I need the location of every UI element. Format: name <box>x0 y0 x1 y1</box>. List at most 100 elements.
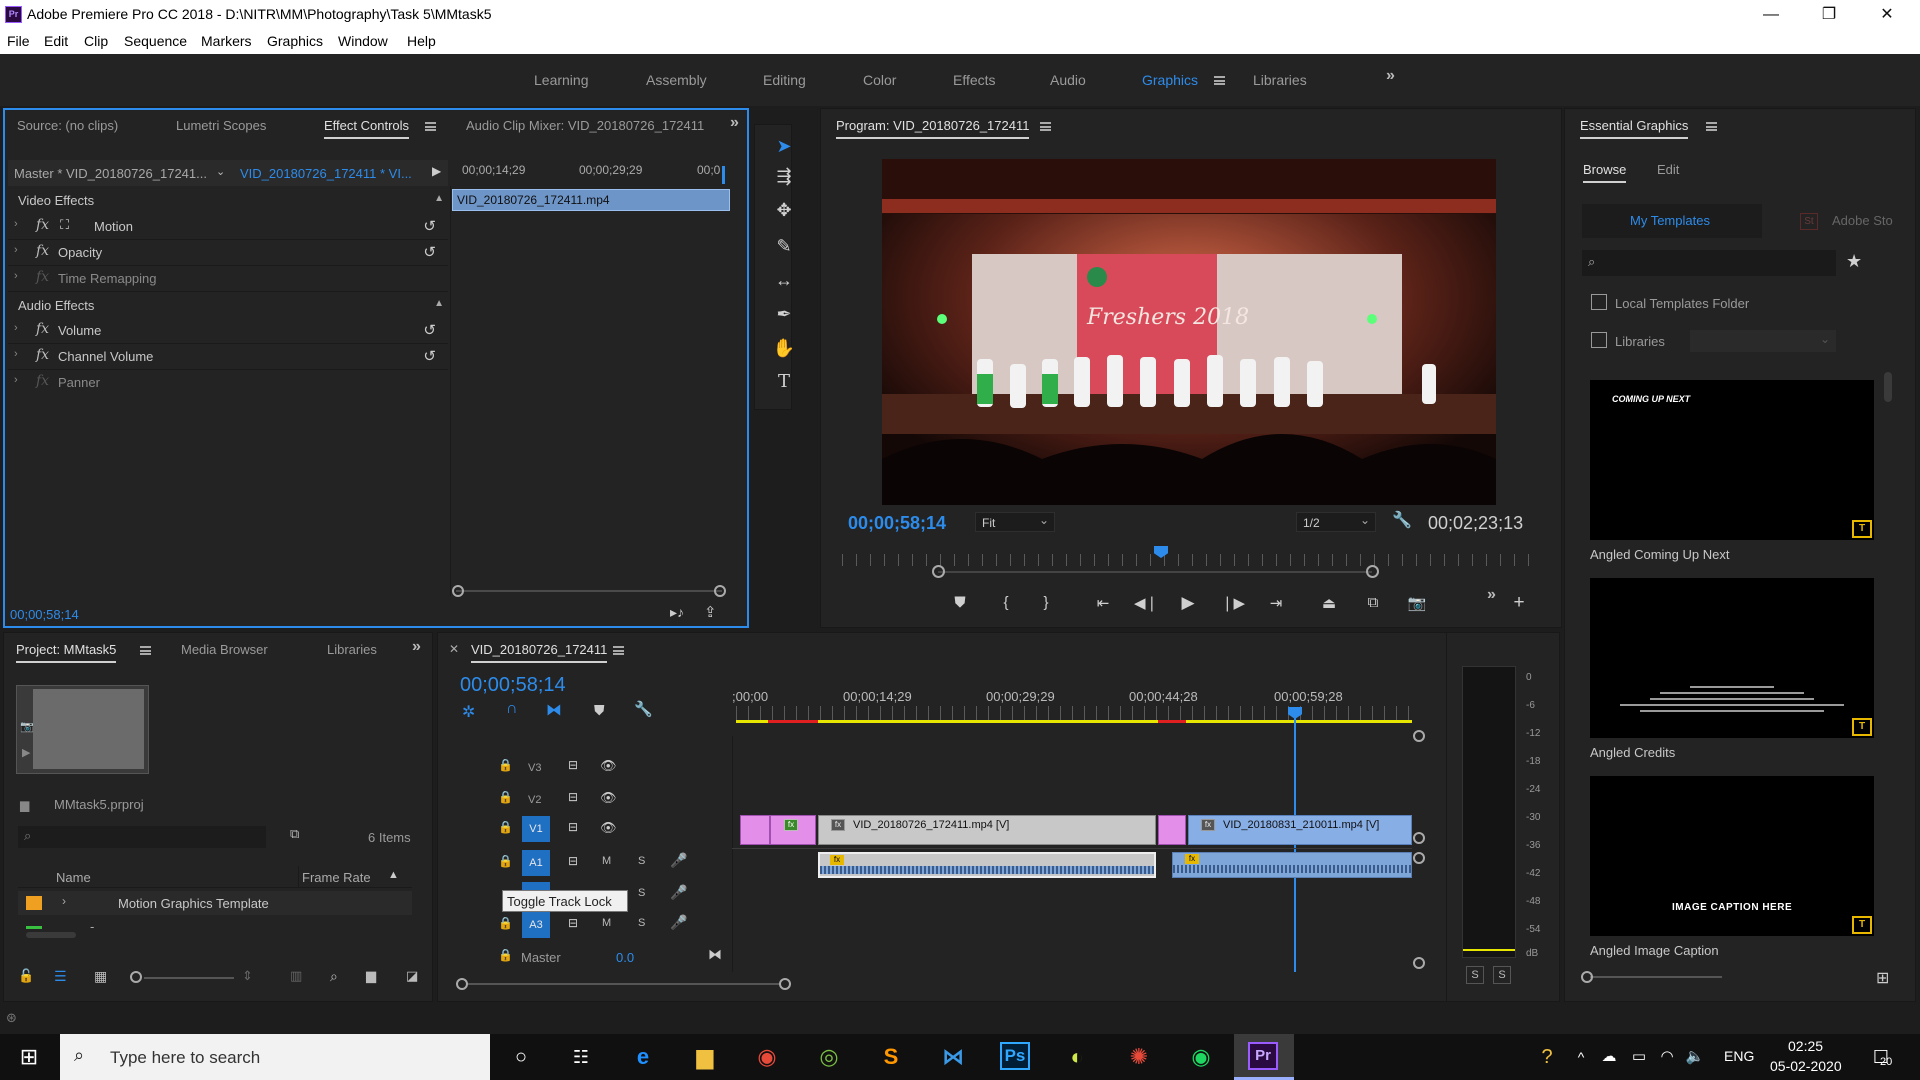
microphone-icon[interactable]: 🎤 <box>670 884 687 901</box>
pen-tool-icon[interactable]: ✒ <box>772 302 796 326</box>
ec-zoom-handle-left[interactable] <box>452 585 464 597</box>
transition-clip[interactable] <box>740 815 770 845</box>
timeline-playhead-line[interactable] <box>1294 718 1296 972</box>
go-to-out-icon[interactable]: ⇥ <box>1263 594 1289 612</box>
track-select-tool-icon[interactable]: ⇶ <box>772 164 796 188</box>
lock-icon[interactable]: 🔒 <box>498 790 513 804</box>
audio-clip-1[interactable]: fx <box>818 852 1156 878</box>
type-tool-icon[interactable]: T <box>772 370 796 394</box>
transition-clip[interactable]: fx <box>770 815 816 845</box>
language-indicator[interactable]: ENG <box>1724 1048 1754 1064</box>
android-studio-icon[interactable]: ◎ <box>814 1042 844 1072</box>
panel-menu-icon[interactable] <box>1040 122 1051 131</box>
minimize-button[interactable]: — <box>1742 0 1800 30</box>
program-timecode[interactable]: 00;00;58;14 <box>848 513 946 534</box>
microphone-icon[interactable]: 🎤 <box>670 852 687 869</box>
audio-effects-header[interactable]: Audio Effects ▲ <box>8 298 448 320</box>
step-forward-icon[interactable]: ❘▶ <box>1220 594 1246 612</box>
expand-icon[interactable]: › <box>14 322 18 334</box>
snap-icon[interactable]: ∩ <box>506 700 518 718</box>
workspace-color[interactable]: Color <box>863 72 896 88</box>
ec-clip-bar[interactable]: VID_20180726_172411.mp4 <box>452 189 730 211</box>
menu-graphics[interactable]: Graphics <box>267 33 323 49</box>
solo-left-button[interactable]: S <box>1466 966 1484 984</box>
panel-menu-icon[interactable] <box>140 646 151 655</box>
collapse-icon[interactable]: ▲ <box>434 193 444 204</box>
lock-icon[interactable]: 🔒 <box>498 820 513 834</box>
timeline-ruler-ticks[interactable] <box>736 706 1412 720</box>
clock-time[interactable]: 02:25 <box>1788 1038 1823 1054</box>
workspace-audio[interactable]: Audio <box>1050 72 1086 88</box>
sublime-text-icon[interactable]: S <box>876 1042 906 1072</box>
solo-right-button[interactable]: S <box>1493 966 1511 984</box>
fx-icon[interactable]: fx <box>36 347 49 363</box>
button-editor-icon[interactable]: + <box>1506 592 1532 614</box>
sync-lock-icon[interactable]: ⊟ <box>568 854 578 868</box>
slip-tool-icon[interactable]: ↔ <box>772 268 796 292</box>
reset-icon[interactable]: ↺ <box>423 217 436 235</box>
spotify-icon[interactable]: ◉ <box>1186 1042 1216 1072</box>
thumbnail-size-handle[interactable] <box>1581 971 1593 983</box>
panel-menu-icon[interactable] <box>1706 122 1717 131</box>
libraries-dropdown[interactable]: ⌄ <box>1690 330 1836 352</box>
subtab-adobe-stock[interactable]: St Adobe Sto <box>1764 204 1900 238</box>
workspace-assembly[interactable]: Assembly <box>646 72 707 88</box>
panel-overflow-icon[interactable]: » <box>730 114 739 132</box>
program-zoom-handle-left[interactable] <box>932 565 945 578</box>
razor-tool-icon[interactable]: ✎ <box>772 234 796 258</box>
tab-effect-controls[interactable]: Effect Controls <box>324 118 410 139</box>
templates-scrollbar[interactable] <box>1884 372 1892 402</box>
expand-icon[interactable]: › <box>14 374 18 386</box>
ec-playhead[interactable] <box>722 166 725 184</box>
taskbar-search-box[interactable]: ⌕ Type here to search <box>60 1034 490 1080</box>
zoom-slider[interactable] <box>144 977 234 979</box>
effect-row-channel-volume[interactable]: › fx Channel Volume ↺ <box>8 344 448 370</box>
lock-icon[interactable]: 🔒 <box>498 916 513 930</box>
timeline-zoom-handle-right[interactable] <box>779 978 791 990</box>
solo-button[interactable]: S <box>638 917 645 929</box>
ec-master-label[interactable]: Master * VID_20180726_17241... <box>14 166 207 181</box>
lock-icon[interactable]: 🔒 <box>498 758 513 772</box>
photoshop-icon[interactable]: Ps <box>1000 1042 1030 1070</box>
edge-icon[interactable]: e <box>628 1042 658 1072</box>
find-icon[interactable]: ⧉ <box>290 826 299 842</box>
timeline-zoom-track[interactable] <box>468 983 780 985</box>
export-icon[interactable]: ⇪ <box>704 603 717 621</box>
new-layer-icon[interactable]: ⊞ <box>1876 968 1889 988</box>
project-row[interactable]: - <box>18 917 412 939</box>
task-view-icon[interactable]: ☷ <box>566 1042 596 1072</box>
template-thumb-image-caption[interactable]: IMAGE CAPTION HERE T <box>1590 776 1874 936</box>
panel-overflow-icon[interactable]: » <box>412 638 421 656</box>
workspace-effects[interactable]: Effects <box>953 72 996 88</box>
menu-edit[interactable]: Edit <box>44 33 68 49</box>
onedrive-icon[interactable]: ☁ <box>1594 1042 1624 1072</box>
battery-icon[interactable]: ▭ <box>1624 1042 1654 1072</box>
cortana-icon[interactable]: ○ <box>506 1042 536 1072</box>
track-label-v3[interactable]: V3 <box>528 762 541 774</box>
lock-icon[interactable]: 🔓 <box>18 968 34 984</box>
master-volume-value[interactable]: 0.0 <box>616 950 634 965</box>
extract-icon[interactable]: ⧉ <box>1360 594 1386 611</box>
clock-date[interactable]: 05-02-2020 <box>1770 1058 1842 1074</box>
video-clip-2[interactable]: fx VID_20180831_210011.mp4 [V] <box>1188 815 1412 845</box>
mark-out-icon[interactable]: } <box>1033 594 1059 611</box>
project-h-scrollbar[interactable] <box>26 932 76 938</box>
ec-timecode[interactable]: 00;00;58;14 <box>10 607 79 622</box>
track-label-v1[interactable]: V1 <box>522 816 550 842</box>
wrench-icon[interactable]: 🔧 <box>1392 510 1412 530</box>
workspace-menu-icon[interactable] <box>1214 76 1225 85</box>
menu-window[interactable]: Window <box>338 33 388 49</box>
lift-icon[interactable]: ⏏ <box>1316 594 1342 612</box>
app-icon[interactable]: ◐ <box>1062 1042 1092 1072</box>
template-thumb-credits[interactable]: T <box>1590 578 1874 738</box>
program-zoom-handle-right[interactable] <box>1366 565 1379 578</box>
play-only-icon[interactable]: ▶ <box>432 164 441 178</box>
fx-icon[interactable]: fx <box>36 269 49 285</box>
automate-icon[interactable]: ▥ <box>290 968 302 984</box>
new-bin-icon[interactable]: ▆ <box>366 968 376 984</box>
tab-browse[interactable]: Browse <box>1583 162 1627 183</box>
wifi-icon[interactable]: ◠ <box>1652 1042 1682 1072</box>
workspace-editing[interactable]: Editing <box>763 72 806 88</box>
work-area-bar[interactable] <box>736 720 1412 723</box>
track-label-v2[interactable]: V2 <box>528 794 541 806</box>
